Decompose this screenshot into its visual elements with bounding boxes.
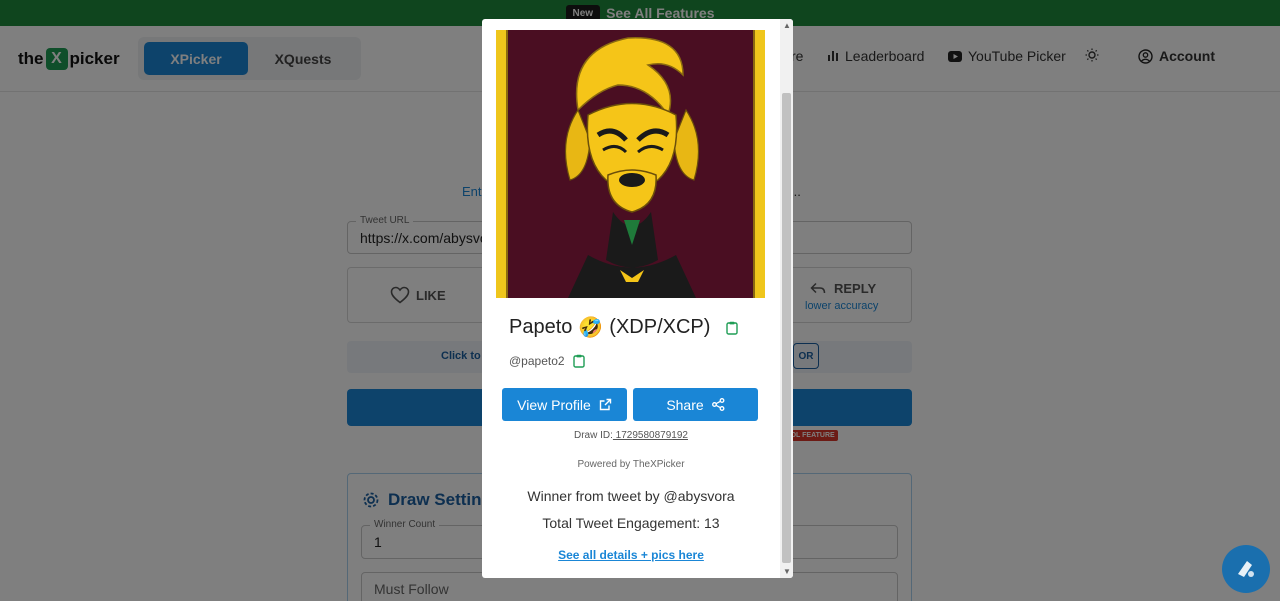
recaptcha-icon xyxy=(1238,561,1254,577)
scrollbar-thumb[interactable] xyxy=(782,93,791,563)
winner-handle-row: @papeto2 xyxy=(509,354,585,368)
powered-by-text: Powered by TheXPicker xyxy=(577,459,685,470)
draw-id-label: Draw ID: xyxy=(574,430,613,441)
view-profile-button[interactable]: View Profile xyxy=(502,388,627,421)
share-icon xyxy=(711,398,725,411)
winner-source-text: Winner from tweet by @abysvora xyxy=(527,488,735,504)
winner-modal: Papeto 🤣 (XDP/XCP) @papeto2 View Profile… xyxy=(482,19,793,578)
share-button[interactable]: Share xyxy=(633,388,758,421)
scroll-down-arrow-icon[interactable]: ▼ xyxy=(783,567,791,576)
modal-scrollbar[interactable]: ▲ ▼ xyxy=(780,19,793,578)
winner-profile-image xyxy=(496,30,765,298)
recaptcha-widget[interactable] xyxy=(1222,545,1270,593)
avatar-artwork xyxy=(508,30,753,298)
winner-name-ticker: (XDP/XCP) xyxy=(609,316,711,338)
winner-display-name: Papeto 🤣 (XDP/XCP) xyxy=(509,315,739,340)
see-all-details-link[interactable]: See all details + pics here xyxy=(482,548,780,562)
scroll-up-arrow-icon[interactable]: ▲ xyxy=(783,21,791,30)
winner-name-emoji: 🤣 xyxy=(578,317,604,339)
share-label: Share xyxy=(666,396,704,413)
draw-id-link[interactable]: 1729580879192 xyxy=(613,430,688,441)
view-profile-label: View Profile xyxy=(517,396,591,413)
copy-name-clipboard-icon[interactable] xyxy=(726,321,739,335)
winner-handle: @papeto2 xyxy=(509,354,565,368)
engagement-count-text: Total Tweet Engagement: 13 xyxy=(542,515,720,531)
draw-id-row: Draw ID: 1729580879192 xyxy=(482,430,780,441)
winner-name-text: Papeto xyxy=(509,316,573,338)
copy-handle-clipboard-icon[interactable] xyxy=(572,354,585,368)
external-link-icon xyxy=(599,398,612,411)
